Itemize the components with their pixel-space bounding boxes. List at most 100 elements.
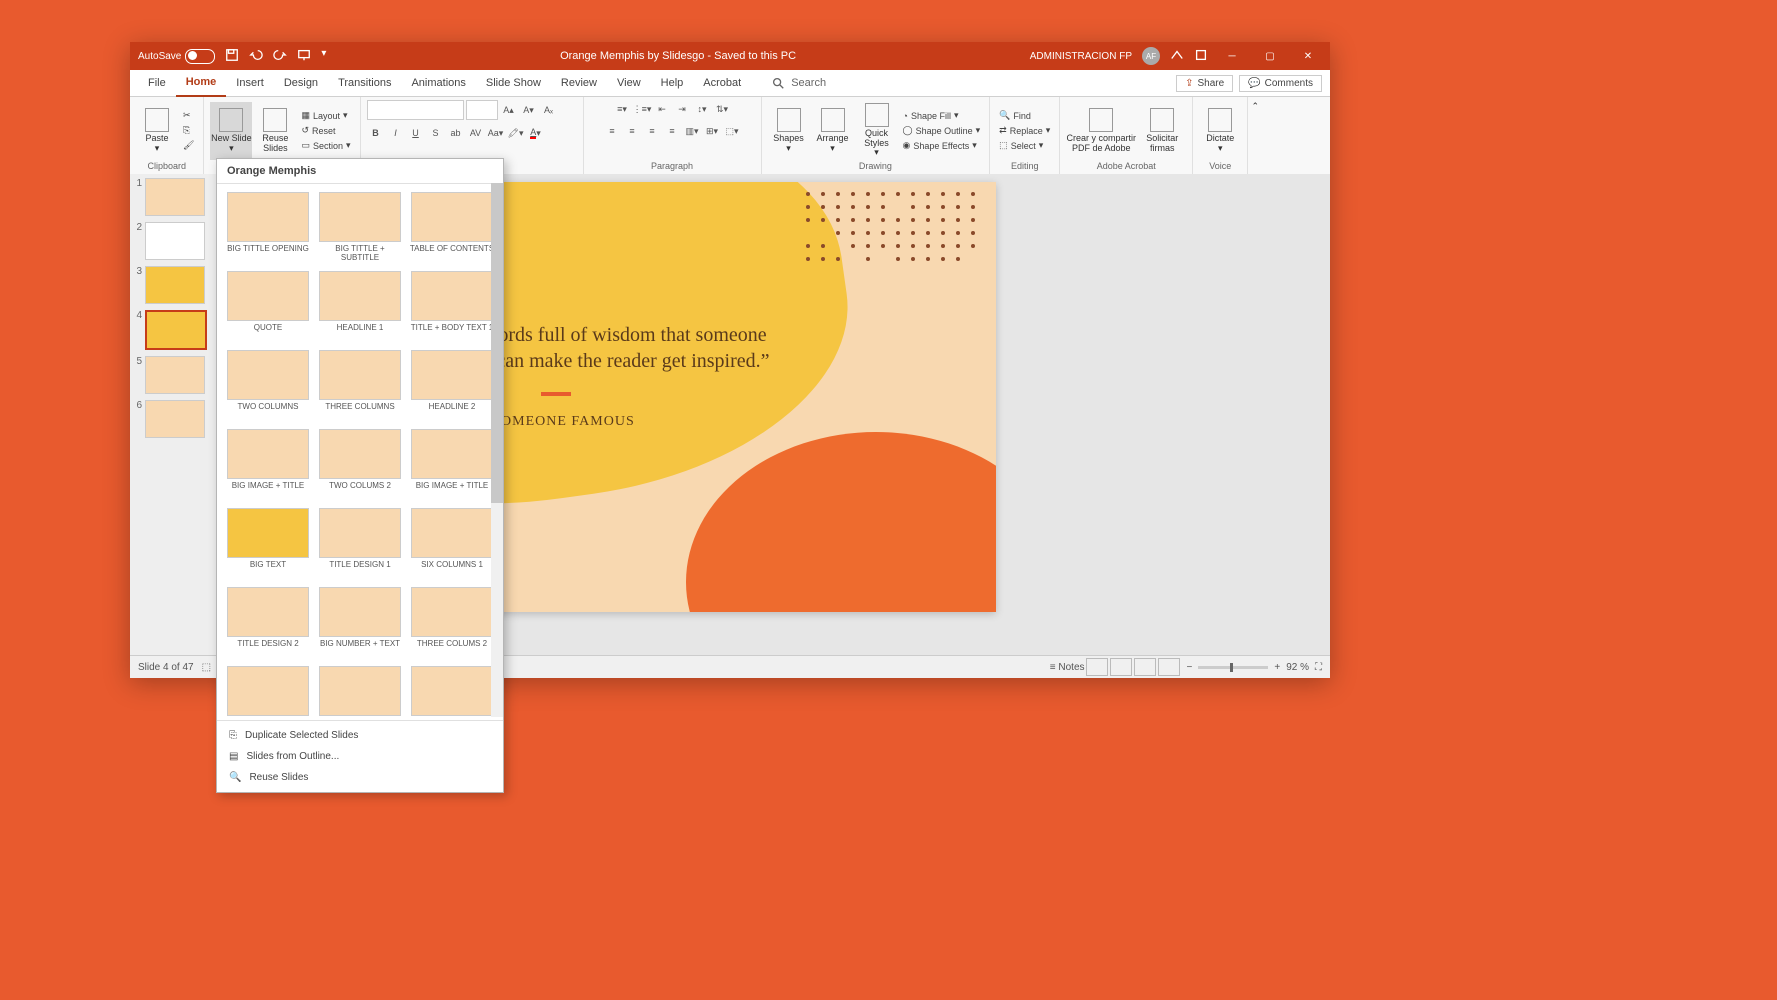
layout-option[interactable]: THREE COLUMNS [317,350,403,423]
reset-button[interactable]: ↺ Reset [298,124,353,137]
bullets-button[interactable]: ≡▾ [613,100,631,118]
comments-button[interactable]: 💬Comments [1239,75,1322,92]
tab-file[interactable]: File [138,70,176,96]
columns-button[interactable]: ▥▾ [683,122,701,140]
layout-button[interactable]: ▦ Layout ▾ [298,109,353,122]
zoom-slider[interactable] [1198,666,1268,669]
fit-window-button[interactable]: ⛶ [1315,662,1322,673]
tab-design[interactable]: Design [274,70,328,96]
align-left-button[interactable]: ≡ [603,122,621,140]
zoom-out-button[interactable]: − [1187,662,1193,673]
layout-option[interactable]: SIX COLUMNS 1 [409,508,495,581]
copy-button[interactable]: ⎘ [180,124,197,137]
arrange-button[interactable]: Arrange▾ [812,102,854,160]
strike-button[interactable]: S [427,124,445,142]
text-direction-button[interactable]: ⇅▾ [713,100,731,118]
shape-effects-button[interactable]: ◉ Shape Effects ▾ [900,139,984,152]
layout-option[interactable]: TWO COLUMNS [225,350,311,423]
increase-font-icon[interactable]: A▴ [500,101,518,119]
font-size-select[interactable] [466,100,498,120]
layout-option[interactable]: BIG TITTLE OPENING [225,192,311,265]
tab-insert[interactable]: Insert [226,70,274,96]
layout-option[interactable] [317,666,403,720]
shapes-button[interactable]: Shapes▾ [768,102,810,160]
window-icon[interactable] [1194,48,1208,65]
layout-option[interactable]: BIG TITTLE + SUBTITLE [317,192,403,265]
tell-me-search[interactable]: Search [771,76,826,90]
slide-thumb-1[interactable]: 1 [132,178,214,216]
request-sign-button[interactable]: Solicitar firmas [1138,102,1186,160]
highlight-button[interactable]: 🖍▾ [507,124,525,142]
font-color-button[interactable]: A▾ [527,124,545,142]
font-family-select[interactable] [367,100,464,120]
slide-thumb-6[interactable]: 6 [132,400,214,438]
layout-option[interactable]: BIG IMAGE + TITLE [409,429,495,502]
redo-icon[interactable] [273,48,287,65]
align-right-button[interactable]: ≡ [643,122,661,140]
layout-option[interactable]: BIG NUMBER + TEXT [317,587,403,660]
tab-transitions[interactable]: Transitions [328,70,401,96]
reuse-slides-item[interactable]: 🔍Reuse Slides [217,767,503,788]
slide-thumb-3[interactable]: 3 [132,266,214,304]
ribbon-display-icon[interactable] [1170,48,1184,65]
user-name[interactable]: ADMINISTRACION FP [1030,51,1132,62]
layout-option[interactable]: BIG TEXT [225,508,311,581]
spacing-button[interactable]: AV [467,124,485,142]
align-center-button[interactable]: ≡ [623,122,641,140]
paste-button[interactable]: Paste▾ [136,102,178,160]
layout-option[interactable]: THREE COLUMS 2 [409,587,495,660]
indent-dec-button[interactable]: ⇤ [653,100,671,118]
shape-outline-button[interactable]: ◯ Shape Outline ▾ [900,124,984,137]
slide-panel[interactable]: 1 2 3 4 5 6 [130,174,216,656]
layout-option[interactable]: TITLE DESIGN 2 [225,587,311,660]
reading-view-button[interactable] [1134,658,1156,676]
find-button[interactable]: 🔍 Find [996,109,1053,122]
normal-view-button[interactable] [1086,658,1108,676]
avatar[interactable]: AF [1142,47,1160,65]
minimize-button[interactable]: ─ [1218,45,1246,67]
numbering-button[interactable]: ⋮≡▾ [633,100,651,118]
layout-option[interactable]: BIG IMAGE + TITLE [225,429,311,502]
layout-option[interactable]: TWO COLUMS 2 [317,429,403,502]
layout-option[interactable]: TITLE DESIGN 1 [317,508,403,581]
quick-styles-button[interactable]: Quick Styles▾ [856,102,898,160]
layout-option[interactable]: TABLE OF CONTENTS [409,192,495,265]
undo-icon[interactable] [249,48,263,65]
bold-button[interactable]: B [367,124,385,142]
slide-counter[interactable]: Slide 4 of 47 [138,662,194,673]
tab-home[interactable]: Home [176,69,227,97]
zoom-in-button[interactable]: + [1274,662,1280,673]
slideshow-view-button[interactable] [1158,658,1180,676]
shadow-button[interactable]: ab [447,124,465,142]
duplicate-slides-item[interactable]: ⎘Duplicate Selected Slides [217,725,503,746]
zoom-value[interactable]: 92 % [1286,662,1309,673]
tab-acrobat[interactable]: Acrobat [693,70,751,96]
collapse-ribbon-icon[interactable]: ⌃ [1248,97,1262,175]
cut-button[interactable]: ✂ [180,109,197,122]
slide-thumb-4[interactable]: 4 [132,310,214,350]
underline-button[interactable]: U [407,124,425,142]
tab-animations[interactable]: Animations [401,70,475,96]
clear-format-icon[interactable]: Aₓ [540,101,558,119]
tab-review[interactable]: Review [551,70,607,96]
smartart-button[interactable]: ⬚▾ [723,122,741,140]
reuse-slides-button[interactable]: Reuse Slides [254,102,296,160]
slides-from-outline-item[interactable]: ▤Slides from Outline... [217,746,503,767]
italic-button[interactable]: I [387,124,405,142]
line-spacing-button[interactable]: ↕▾ [693,100,711,118]
notes-button[interactable]: ≡ Notes [1050,662,1085,673]
create-pdf-button[interactable]: Crear y compartir PDF de Adobe [1066,102,1136,160]
tab-help[interactable]: Help [651,70,694,96]
indent-inc-button[interactable]: ⇥ [673,100,691,118]
select-button[interactable]: ⬚ Select ▾ [996,139,1053,152]
align-text-button[interactable]: ⊞▾ [703,122,721,140]
present-icon[interactable] [297,48,311,65]
layout-option[interactable] [225,666,311,720]
sorter-view-button[interactable] [1110,658,1132,676]
layout-option[interactable]: TITLE + BODY TEXT 1 [409,271,495,344]
autosave-toggle[interactable]: AutoSave [138,49,215,64]
tab-slideshow[interactable]: Slide Show [476,70,551,96]
dropdown-scrollbar[interactable] [491,183,503,717]
format-painter-button[interactable]: 🖌 [180,139,197,152]
shape-fill-button[interactable]: ◔ Shape Fill ▾ [900,109,984,122]
